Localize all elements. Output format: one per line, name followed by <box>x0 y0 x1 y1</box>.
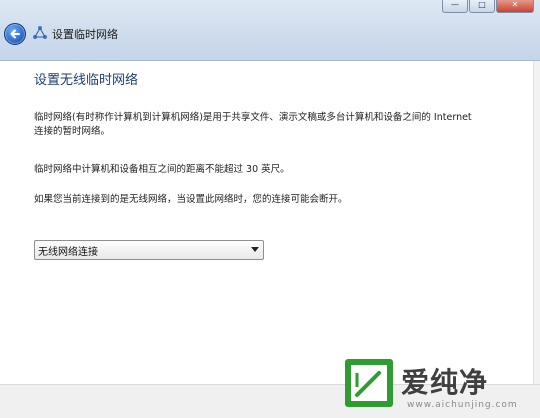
watermark: 爱纯净 www.aichunjing.com <box>343 355 533 415</box>
distance-paragraph: 临时网络中计算机和设备相互之间的距离不能超过 30 英尺。 <box>34 164 290 175</box>
watermark-text: 爱纯净 <box>401 366 489 399</box>
window-title: 设置临时网络 <box>52 28 118 41</box>
back-button[interactable] <box>4 23 26 45</box>
watermark-logo-icon <box>345 359 393 407</box>
wizard-content: 设置无线临时网络 临时网络(有时称作计算机到计算机网络)是用于共享文件、演示文稿… <box>0 61 540 384</box>
scrollbar[interactable] <box>533 61 540 384</box>
back-arrow-icon <box>10 29 20 39</box>
maximize-button[interactable]: □ <box>469 0 495 13</box>
watermark-url: www.aichunjing.com <box>407 400 518 410</box>
window-controls: — □ ✕ <box>441 0 534 13</box>
page-heading: 设置无线临时网络 <box>34 73 139 88</box>
warning-paragraph: 如果您当前连接到的是无线网络，当设置此网络时，您的连接可能会断开。 <box>34 194 348 205</box>
description-paragraph: 临时网络(有时称作计算机到计算机网络)是用于共享文件、演示文稿或多台计算机和设备… <box>34 112 472 137</box>
close-button[interactable]: ✕ <box>496 0 534 13</box>
chevron-down-icon <box>251 247 259 252</box>
network-icon <box>33 26 47 39</box>
minimize-button[interactable]: — <box>442 0 468 13</box>
connection-select-value: 无线网络连接 <box>38 247 98 258</box>
connection-select[interactable]: 无线网络连接 <box>34 240 264 260</box>
title-bar: — □ ✕ 设置临时网络 <box>0 0 540 61</box>
